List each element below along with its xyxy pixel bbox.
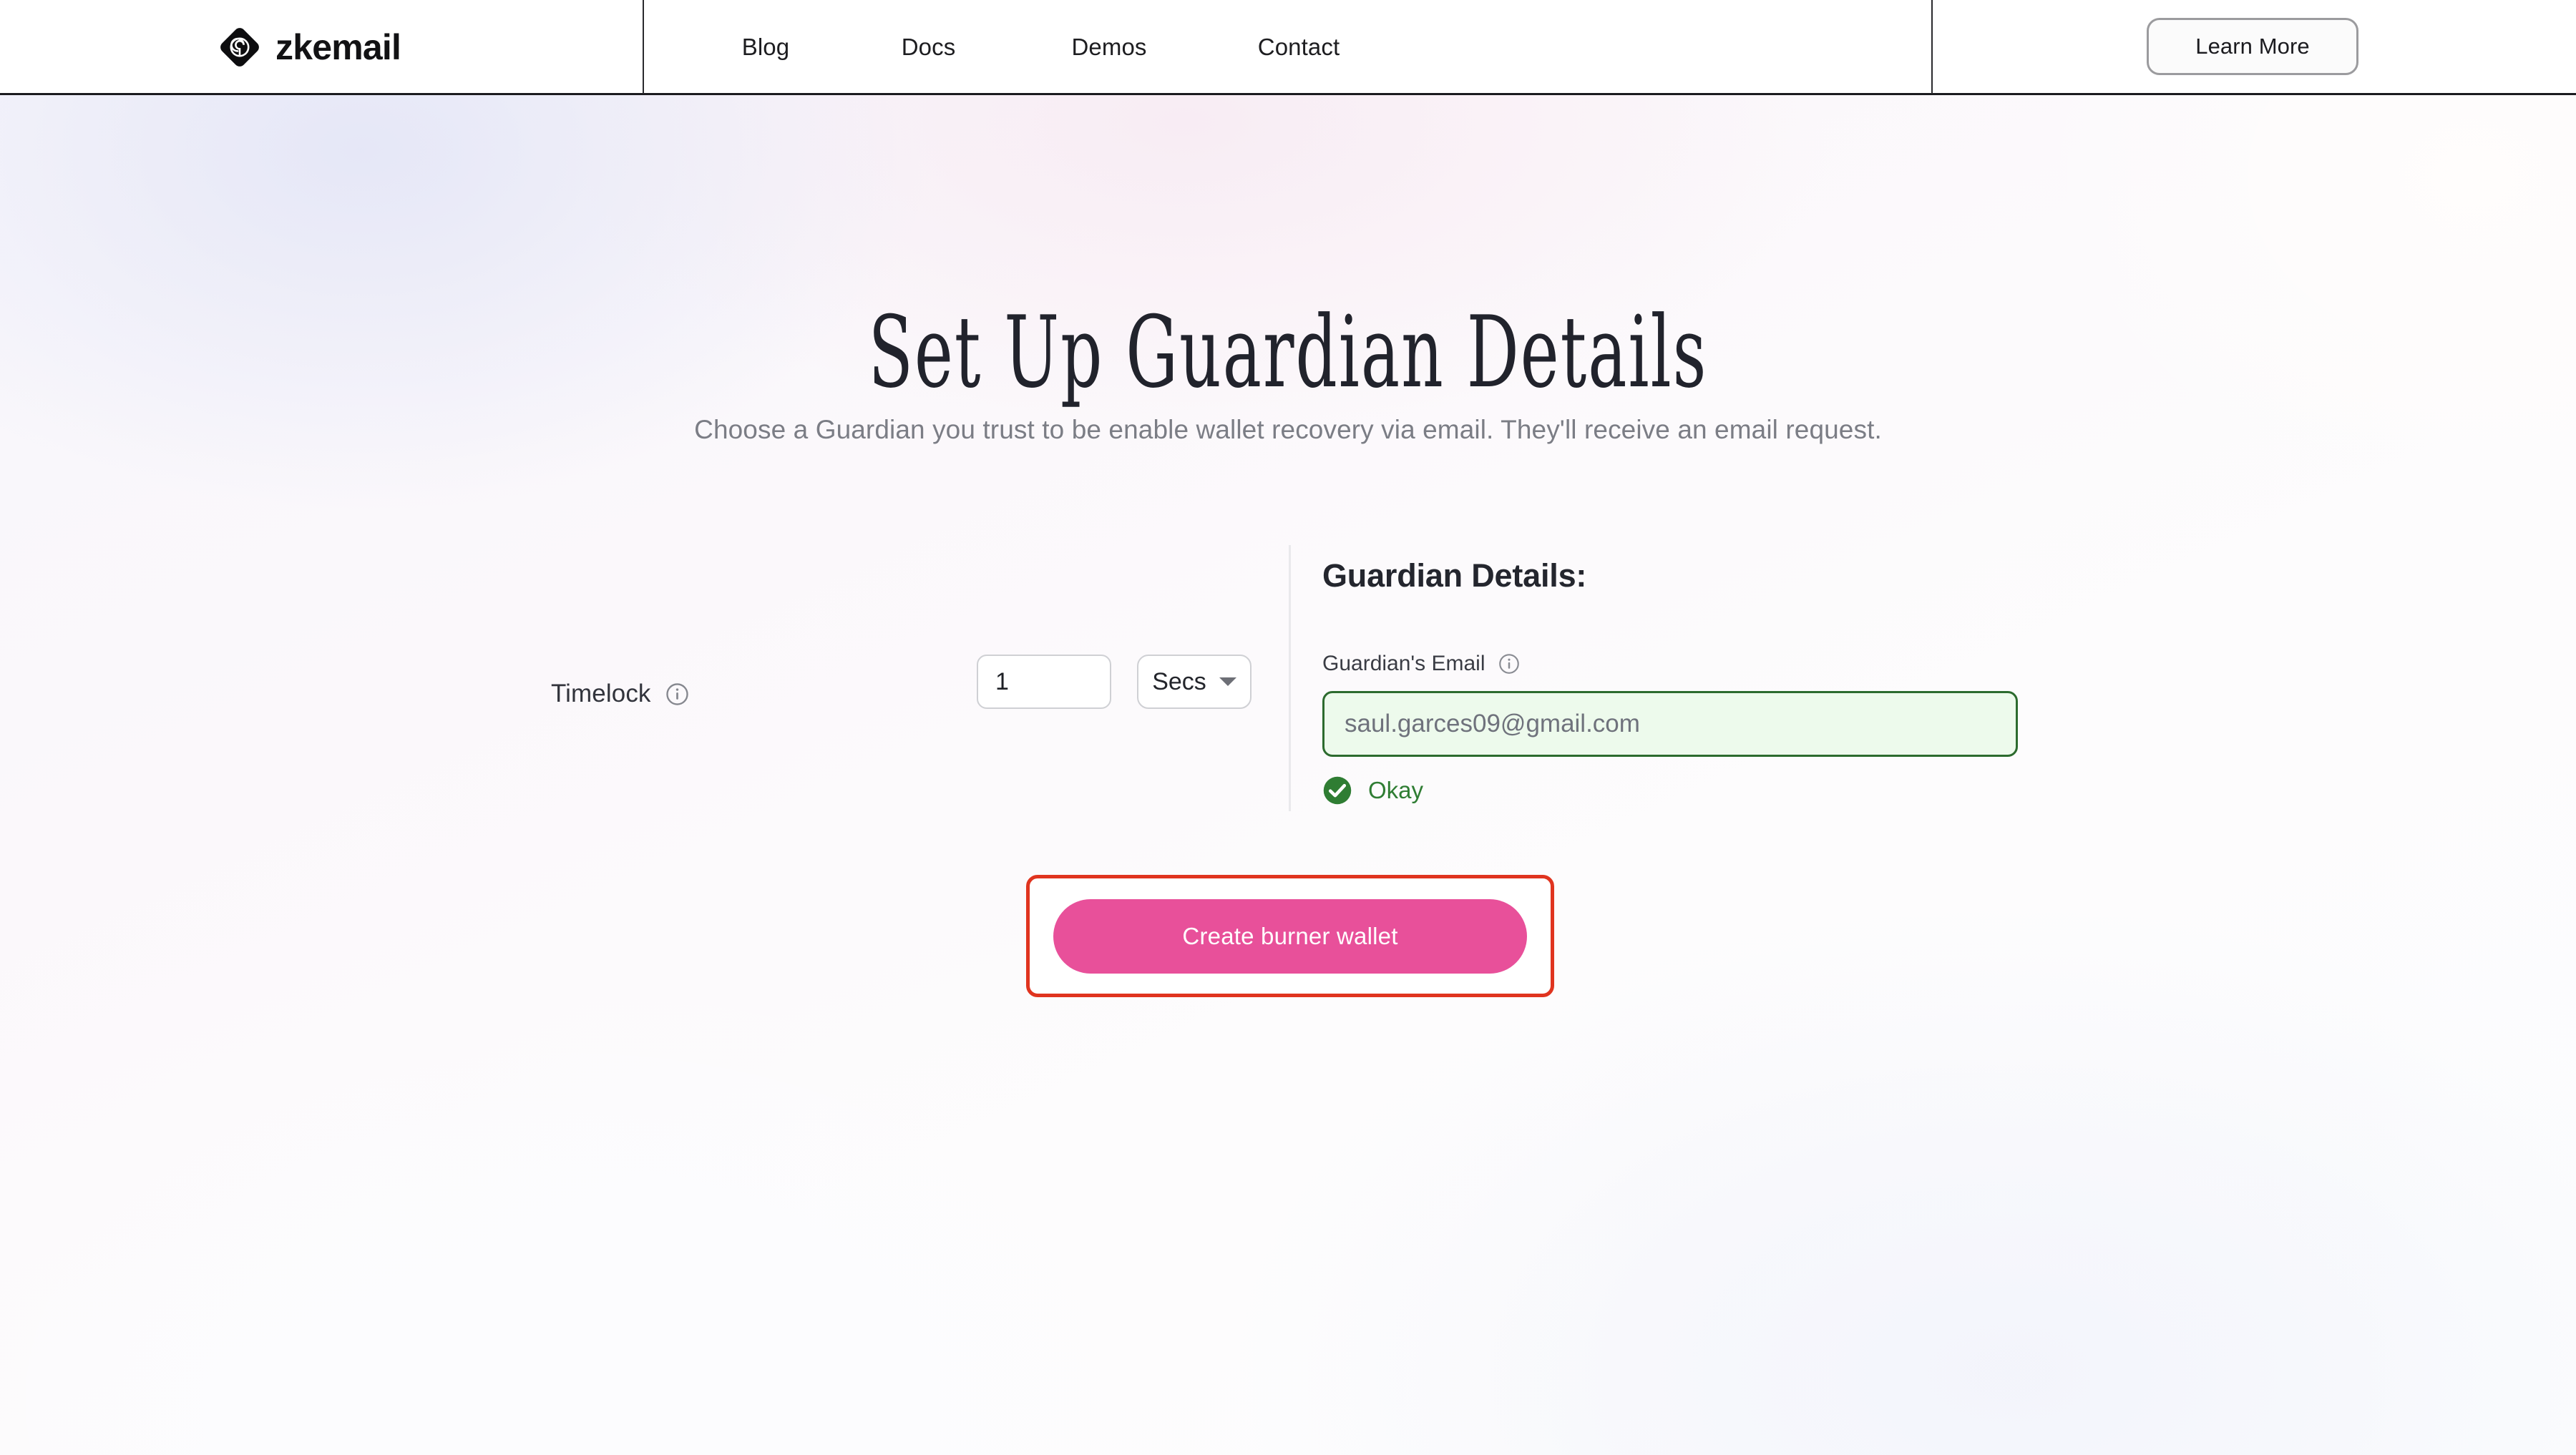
guardian-email-status: Okay <box>1322 775 2038 806</box>
guardian-setup-form: Timelock Guardian Details: Guardian's Em… <box>0 542 2576 828</box>
info-circle-icon[interactable] <box>665 682 689 706</box>
nav-item-blog[interactable]: Blog <box>687 34 844 61</box>
brand-logo-link[interactable]: zkemail <box>220 20 401 74</box>
app-page: zkemail Blog Docs Demos Contact Learn Mo… <box>0 0 2576 1455</box>
guardian-details-heading: Guardian Details: <box>1322 557 1587 594</box>
nav-item-contact[interactable]: Contact <box>1206 34 1392 61</box>
guardian-details-panel: Guardian Details: Guardian's Email saul.… <box>1322 542 2038 806</box>
zkemail-diamond-spiral-logo <box>220 27 260 67</box>
timelock-unit-value: Secs <box>1152 667 1206 695</box>
guardian-email-label: Guardian's Email <box>1322 652 1485 675</box>
chevron-down-icon <box>1219 677 1236 686</box>
cta-highlight-box: Create burner wallet <box>1026 875 1554 997</box>
create-burner-wallet-button[interactable]: Create burner wallet <box>1053 898 1527 974</box>
timelock-unit-select[interactable]: Secs <box>1137 655 1252 709</box>
nav-item-demos[interactable]: Demos <box>1013 34 1206 61</box>
page-subtitle: Choose a Guardian you trust to be enable… <box>694 415 1882 444</box>
site-header: zkemail Blog Docs Demos Contact Learn Mo… <box>0 0 2576 95</box>
info-circle-icon[interactable] <box>1498 653 1520 675</box>
page-title: Set Up Guardian Details <box>868 295 1708 411</box>
timelock-label-group: Timelock <box>551 667 689 721</box>
guardian-email-label-group: Guardian's Email <box>1322 652 2038 676</box>
timelock-controls: Secs <box>977 655 1252 709</box>
check-circle-icon <box>1322 775 1352 805</box>
timelock-value-input[interactable] <box>977 655 1111 709</box>
main-nav: Blog Docs Demos Contact <box>687 0 1392 94</box>
learn-more-button[interactable]: Learn More <box>2147 18 2358 75</box>
brand-name: zkemail <box>275 27 401 67</box>
status-badge: Okay <box>1368 777 1424 803</box>
nav-item-docs[interactable]: Docs <box>844 34 1013 61</box>
header-divider-left <box>643 0 644 94</box>
header-divider-right <box>1931 0 1933 94</box>
timelock-label: Timelock <box>551 680 651 707</box>
column-divider <box>1289 545 1291 811</box>
guardian-email-input[interactable] <box>1322 691 2018 757</box>
